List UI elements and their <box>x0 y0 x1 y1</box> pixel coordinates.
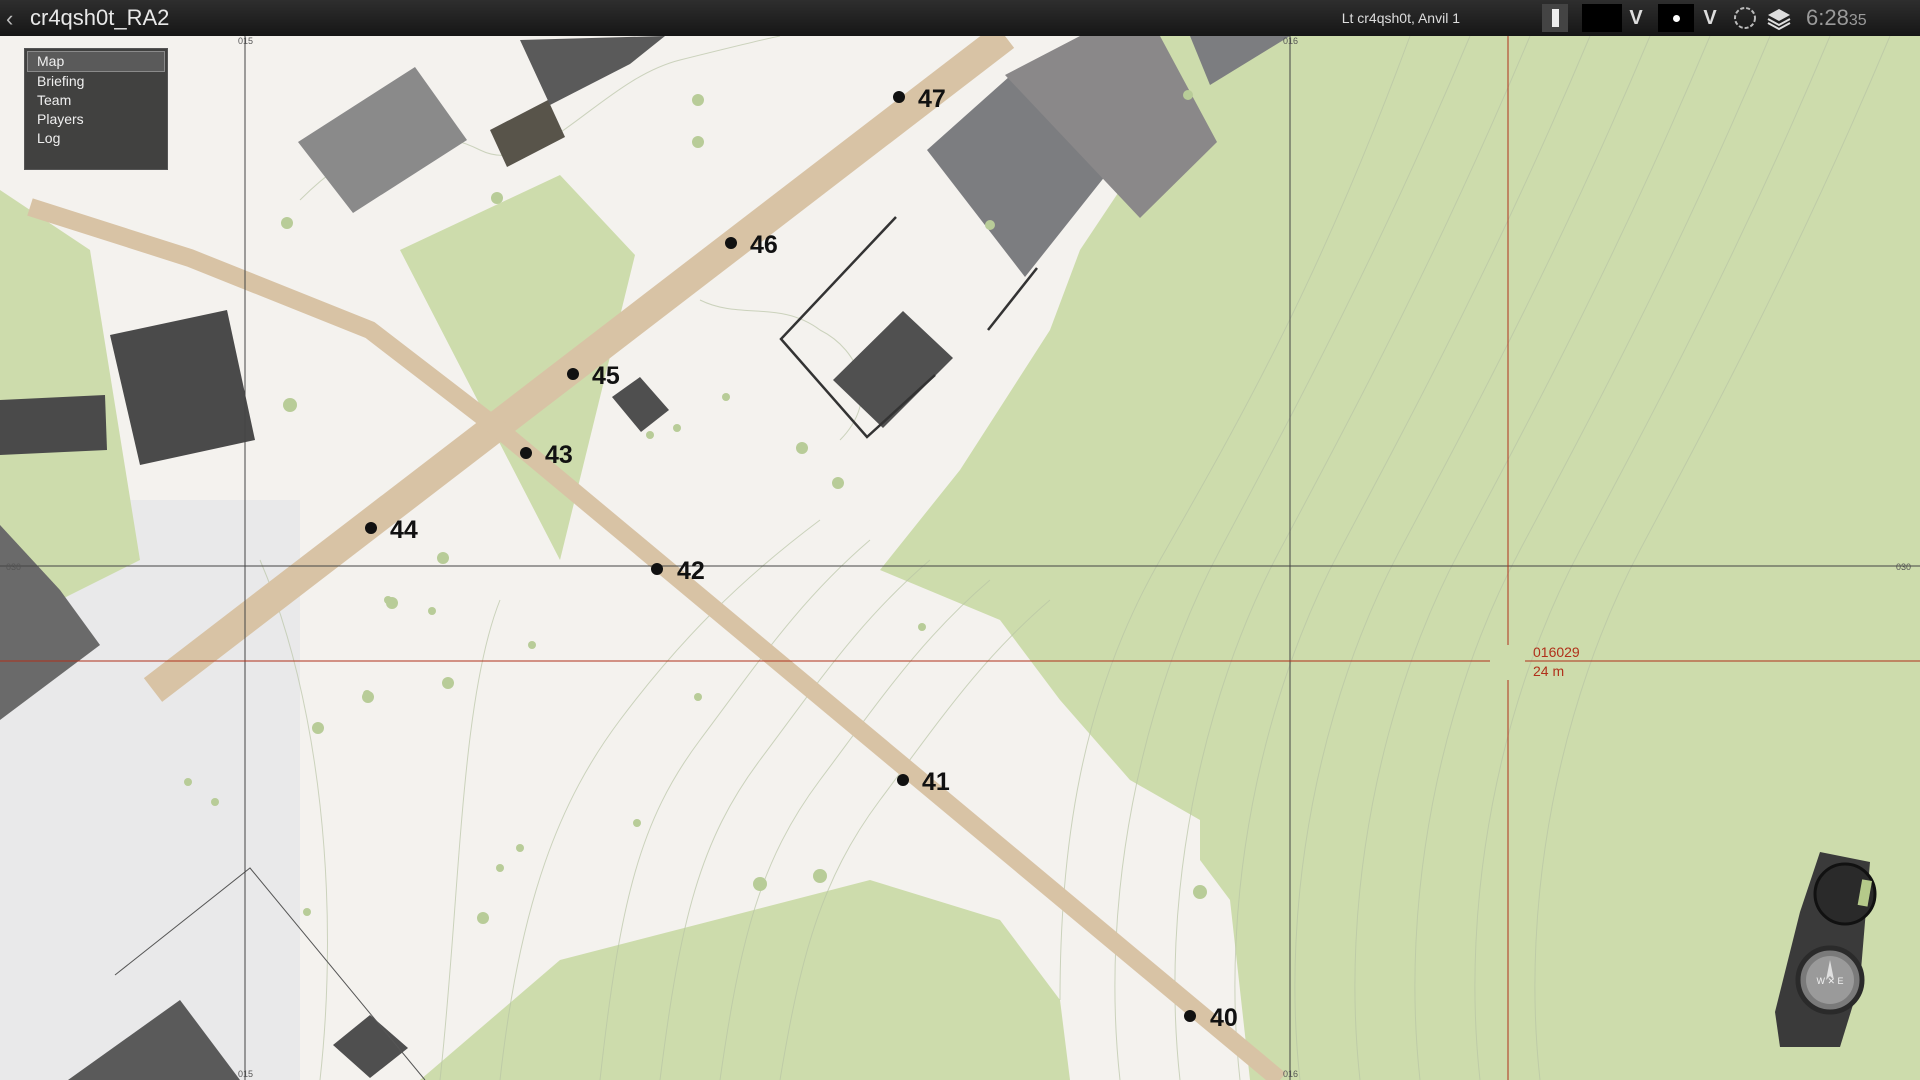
gps-button[interactable] <box>1730 4 1760 32</box>
menu-item-log[interactable]: Log <box>25 129 167 148</box>
chevron-down-icon: V <box>1629 6 1643 29</box>
color-dropdown-button[interactable]: V <box>1624 4 1648 32</box>
svg-text:40: 40 <box>1210 1004 1238 1032</box>
svg-text:41: 41 <box>922 768 950 796</box>
svg-text:42: 42 <box>677 557 705 585</box>
grid-label-y-030-right: 030 <box>1896 562 1911 572</box>
grid-label-x-016-bottom: 016 <box>1283 1069 1298 1079</box>
chevron-down-icon: V <box>1703 6 1717 29</box>
rank-toggle-button[interactable] <box>1542 4 1568 32</box>
tactical-map[interactable]: 015 016 015 016 030 030 016029 24 m 40 4… <box>0 0 1920 1080</box>
menu-item-briefing[interactable]: Briefing <box>25 72 167 91</box>
svg-text:46: 46 <box>750 231 778 259</box>
map-side-menu: Map Briefing Team Players Log <box>24 48 168 170</box>
color-swatch-button[interactable] <box>1582 4 1622 32</box>
svg-text:W ✕ E: W ✕ E <box>1816 976 1843 986</box>
layers-icon <box>1767 9 1791 31</box>
svg-text:47: 47 <box>918 85 946 113</box>
gps-ring-icon <box>1734 7 1756 29</box>
top-bar: ‹ cr4qsh0t_RA2 Lt cr4qsh0t, Anvil 1 V V … <box>0 0 1920 36</box>
window-title: cr4qsh0t_RA2 <box>30 5 170 30</box>
svg-text:44: 44 <box>390 516 418 544</box>
menu-item-team[interactable]: Team <box>25 91 167 110</box>
back-arrow-icon[interactable]: ‹ <box>6 6 13 32</box>
clock-seconds: 35 <box>1848 12 1867 29</box>
grid-label-x-016-top: 016 <box>1283 36 1298 46</box>
marker-shape-button[interactable] <box>1658 4 1694 32</box>
clock-time: 6:28 <box>1806 5 1849 30</box>
rank-bar-icon <box>1551 9 1559 27</box>
dot-marker-icon <box>1672 14 1680 22</box>
marker-dropdown-button[interactable]: V <box>1698 4 1722 32</box>
svg-text:43: 43 <box>545 441 573 469</box>
mission-clock: 6:2835 <box>1806 5 1867 31</box>
player-label: Lt cr4qsh0t, Anvil 1 <box>1341 10 1460 26</box>
grid-label-x-015-top: 015 <box>238 36 253 46</box>
layers-button[interactable] <box>1764 4 1794 32</box>
menu-item-map[interactable]: Map <box>27 51 165 72</box>
menu-item-players[interactable]: Players <box>25 110 167 129</box>
cursor-elevation: 24 m <box>1533 663 1564 679</box>
grid-label-y-030-left: 030 <box>6 562 21 572</box>
svg-text:45: 45 <box>592 362 620 390</box>
cursor-grid-ref: 016029 <box>1533 644 1580 660</box>
grid-label-x-015-bottom: 015 <box>238 1069 253 1079</box>
